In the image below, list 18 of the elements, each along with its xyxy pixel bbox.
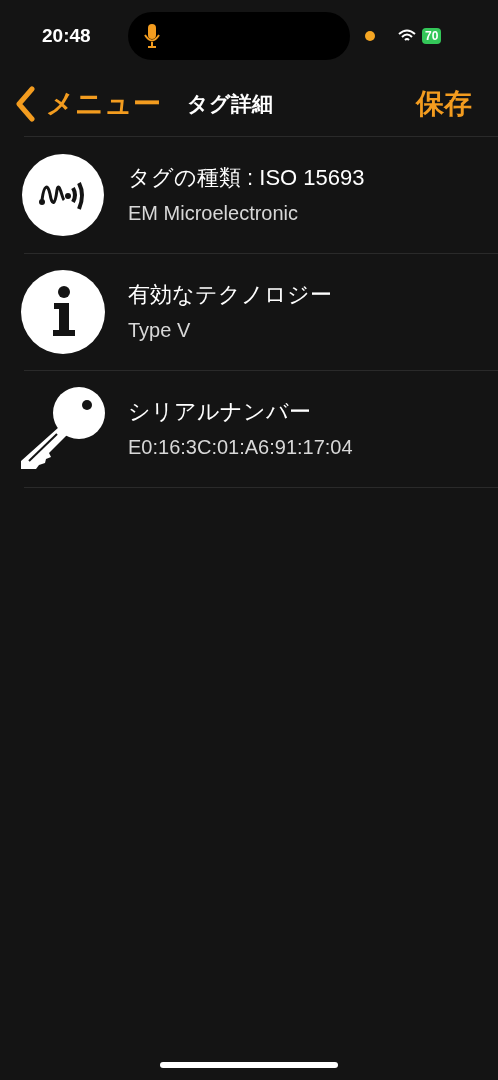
info-icon bbox=[21, 270, 105, 354]
battery-level: 70 bbox=[422, 28, 442, 44]
row-title: シリアルナンバー bbox=[128, 398, 312, 426]
microphone-icon bbox=[144, 24, 160, 48]
back-button[interactable]: メニュー bbox=[14, 83, 161, 125]
save-button[interactable]: 保存 bbox=[416, 83, 472, 125]
row-title: タグの種類 : ISO 15693 bbox=[128, 164, 365, 192]
wifi-icon bbox=[398, 29, 416, 43]
row-value: Type V bbox=[128, 318, 192, 343]
screen-title: タグ詳細 bbox=[187, 91, 273, 118]
recording-dot-icon bbox=[364, 30, 376, 42]
sound-wave-icon bbox=[22, 154, 104, 236]
row-title: 有効なテクノロジー bbox=[128, 281, 332, 309]
status-time: 20:48 bbox=[42, 23, 92, 48]
key-icon bbox=[21, 387, 105, 471]
row-value: E0:16:3C:01:A6:91:17:04 bbox=[128, 435, 353, 460]
chevron-left-icon bbox=[14, 86, 36, 122]
row-value: EM Microelectronic bbox=[128, 201, 300, 226]
